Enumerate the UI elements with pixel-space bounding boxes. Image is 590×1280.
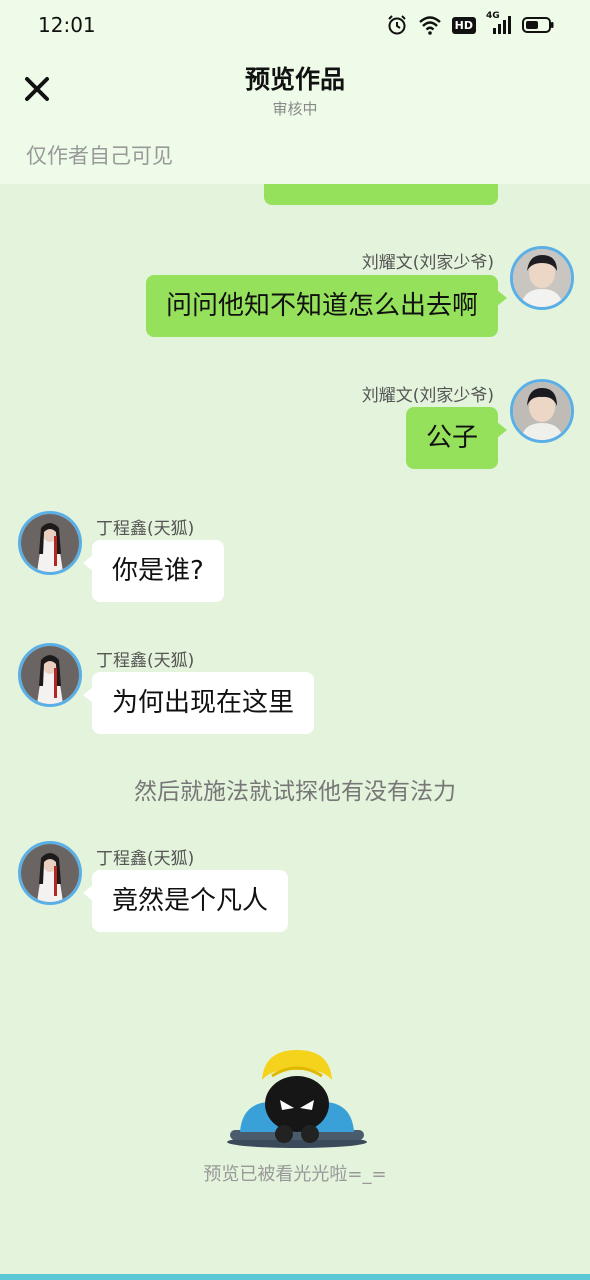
review-status: 审核中 [272,100,318,118]
sender-name: 刘耀文(刘家少爷) [361,253,494,273]
sender-name: 丁程鑫(天狐) [96,519,195,539]
status-icons: HD 4G [386,11,554,36]
message-bubble[interactable]: 公子 [405,407,508,469]
message-bubble[interactable]: 为何出现在这里 [82,672,315,734]
message-bubble[interactable]: 问问他知不知道怎么出去啊 [145,275,508,337]
sender-name: 丁程鑫(天狐) [96,651,195,671]
sender-name: 刘耀文(刘家少爷) [361,386,494,406]
avatar-fox-image [21,514,79,572]
avatar-fox-image [21,646,79,704]
avatar-fox-image [21,844,79,902]
avatar[interactable] [18,841,82,905]
avatar-boy-image [513,382,571,440]
header: 预览作品 审核中 仅作者自己可见 [0,52,590,184]
avatar[interactable] [510,379,574,443]
chat-area[interactable]: 刘耀文(刘家少爷) 问问他知不知道怎么出去啊 刘耀文(刘家少爷) 公子 丁程鑫(… [0,0,590,1280]
page-title: 预览作品 [244,65,345,94]
wifi-icon [418,16,441,35]
alarm-icon [387,15,406,35]
narration-text: 然后就施法就试探他有没有法力 [134,779,456,805]
hd-icon: HD [451,16,476,34]
visibility-note: 仅作者自己可见 [26,144,173,168]
message-bubble[interactable]: 竟然是个凡人 [82,870,289,932]
avatar[interactable] [510,246,574,310]
avatar[interactable] [18,643,82,707]
message-bubble[interactable]: 你是谁? [83,540,224,602]
sender-name: 丁程鑫(天狐) [96,849,195,869]
battery-icon [522,17,554,33]
avatar-boy-image [513,249,571,307]
mascot-icon [227,1050,367,1148]
bottom-accent-bar [0,1274,590,1280]
end-of-preview-text: 预览已被看光光啦=_= [203,1164,387,1185]
signal-icon: 4G [486,11,512,35]
avatar[interactable] [18,511,82,575]
status-bar: 12:01 HD 4G [0,0,590,52]
status-time: 12:01 [38,13,96,37]
